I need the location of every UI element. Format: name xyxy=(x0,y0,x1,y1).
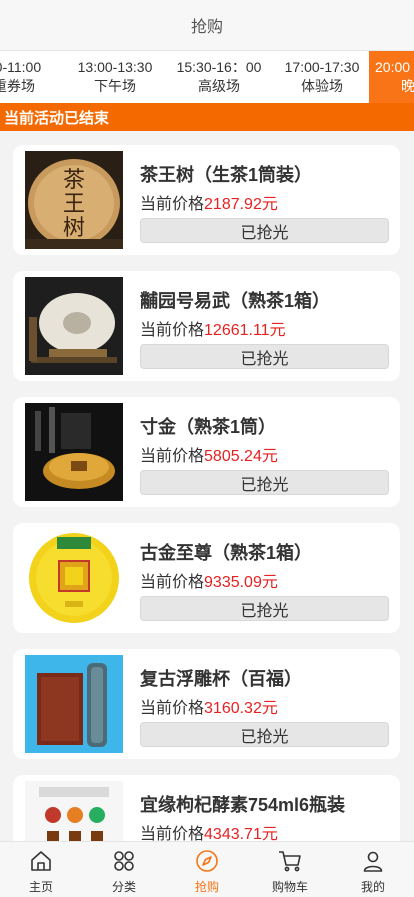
product-card[interactable]: 宜缘枸杞酵素754ml6瓶装 当前价格4343.71元 已抢光 xyxy=(13,775,400,841)
price-line: 当前价格5805.24元 xyxy=(140,442,278,466)
product-image: 茶 王 树 xyxy=(25,151,123,249)
product-price: 2187.92元 xyxy=(204,196,278,213)
notice-text: 当前活动已结束 xyxy=(4,109,110,127)
cart-icon xyxy=(277,847,303,875)
product-image xyxy=(25,277,123,375)
price-prefix: 当前价格 xyxy=(140,322,205,339)
price-prefix: 当前价格 xyxy=(140,448,205,465)
svg-text:王: 王 xyxy=(63,192,85,217)
price-line: 当前价格4343.71元 xyxy=(140,820,278,841)
product-name: 黼园号易武（熟茶1箱） xyxy=(140,291,331,311)
svg-text:树: 树 xyxy=(63,216,85,241)
session-tabs: 30-11:00 重券场 13:00-13:30 下午场 15:30-16：00… xyxy=(0,51,414,103)
price-prefix: 当前价格 xyxy=(140,574,205,591)
tab-label: 体验场 xyxy=(301,78,343,94)
product-name: 茶王树（生茶1筒装） xyxy=(140,165,313,185)
tab-time: 20:00 xyxy=(375,59,411,75)
product-card[interactable]: 复古浮雕杯（百福） 当前价格3160.32元 已抢光 xyxy=(13,649,400,759)
svg-text:茶: 茶 xyxy=(63,168,85,193)
nav-label: 抢购 xyxy=(194,880,219,894)
nav-label: 购物车 xyxy=(271,880,308,894)
activity-ended-banner: 当前活动已结束 xyxy=(0,103,414,131)
tab-session-1[interactable]: 30-11:00 重券场 xyxy=(0,51,63,103)
tab-label: 高级场 xyxy=(198,78,240,94)
price-line: 当前价格2187.92元 xyxy=(140,190,278,214)
product-price: 9335.09元 xyxy=(204,574,278,591)
tab-time: 13:00-13:30 xyxy=(77,59,153,75)
nav-label: 主页 xyxy=(28,880,53,894)
product-price: 4343.71元 xyxy=(204,826,278,841)
header-bar: 抢购 xyxy=(0,0,414,51)
tab-session-4[interactable]: 17:00-17:30 体验场 xyxy=(273,51,371,103)
product-image xyxy=(25,655,123,753)
product-card[interactable]: 茶 王 树 茶王树（生茶1筒装） 当前价格2187.92元 已抢光 xyxy=(13,145,400,255)
bottom-nav: 主页 分类 抢购 购物车 我的 xyxy=(0,841,414,897)
nav-profile[interactable]: 我的 xyxy=(332,842,414,897)
product-name: 复古浮雕杯（百福） xyxy=(140,669,302,689)
product-card[interactable]: 黼园号易武（熟茶1箱） 当前价格12661.11元 已抢光 xyxy=(13,271,400,381)
product-price: 12661.11元 xyxy=(204,322,286,339)
product-name: 古金至尊（熟茶1箱） xyxy=(140,543,313,563)
product-card[interactable]: 古金至尊（熟茶1箱） 当前价格9335.09元 已抢光 xyxy=(13,523,400,633)
sold-out-button[interactable]: 已抢光 xyxy=(140,596,389,621)
nav-flash-sale[interactable]: 抢购 xyxy=(166,842,248,897)
tab-time: 15:30-16：00 xyxy=(176,59,262,75)
category-icon xyxy=(112,847,136,875)
sold-out-button[interactable]: 已抢光 xyxy=(140,344,389,369)
product-name: 宜缘枸杞酵素754ml6瓶装 xyxy=(140,795,346,815)
tab-label: 重券场 xyxy=(0,78,35,94)
nav-label: 分类 xyxy=(111,880,136,894)
nav-cart[interactable]: 购物车 xyxy=(249,842,331,897)
sold-out-button[interactable]: 已抢光 xyxy=(140,218,389,243)
page-title: 抢购 xyxy=(190,19,223,36)
nav-home[interactable]: 主页 xyxy=(0,842,82,897)
price-prefix: 当前价格 xyxy=(140,826,205,841)
product-price: 3160.32元 xyxy=(204,700,278,717)
compass-icon xyxy=(195,847,219,875)
product-image xyxy=(25,529,123,627)
tab-time: 30-11:00 xyxy=(0,59,42,75)
price-prefix: 当前价格 xyxy=(140,196,205,213)
tab-time: 17:00-17:30 xyxy=(284,59,360,75)
product-image xyxy=(25,403,123,501)
sold-out-button[interactable]: 已抢光 xyxy=(140,470,389,495)
tab-session-2[interactable]: 13:00-13:30 下午场 xyxy=(66,51,164,103)
price-line: 当前价格9335.09元 xyxy=(140,568,278,592)
nav-category[interactable]: 分类 xyxy=(83,842,165,897)
user-icon xyxy=(361,847,385,875)
sold-out-button[interactable]: 已抢光 xyxy=(140,722,389,747)
price-prefix: 当前价格 xyxy=(140,700,205,717)
product-list[interactable]: 茶 王 树 茶王树（生茶1筒装） 当前价格2187.92元 已抢光 黼园号易武（… xyxy=(0,131,414,841)
product-image xyxy=(25,781,123,841)
tab-label: 晚 xyxy=(401,78,414,94)
price-line: 当前价格3160.32元 xyxy=(140,694,278,718)
nav-label: 我的 xyxy=(360,880,385,894)
price-line: 当前价格12661.11元 xyxy=(140,316,286,340)
tab-session-3[interactable]: 15:30-16：00 高级场 xyxy=(170,51,268,103)
home-icon xyxy=(29,847,53,875)
tab-label: 下午场 xyxy=(94,78,136,94)
product-card[interactable]: 寸金（熟茶1筒） 当前价格5805.24元 已抢光 xyxy=(13,397,400,507)
tab-session-5[interactable]: 20:00 晚 xyxy=(369,51,414,103)
product-price: 5805.24元 xyxy=(204,448,278,465)
product-name: 寸金（熟茶1筒） xyxy=(140,417,277,437)
